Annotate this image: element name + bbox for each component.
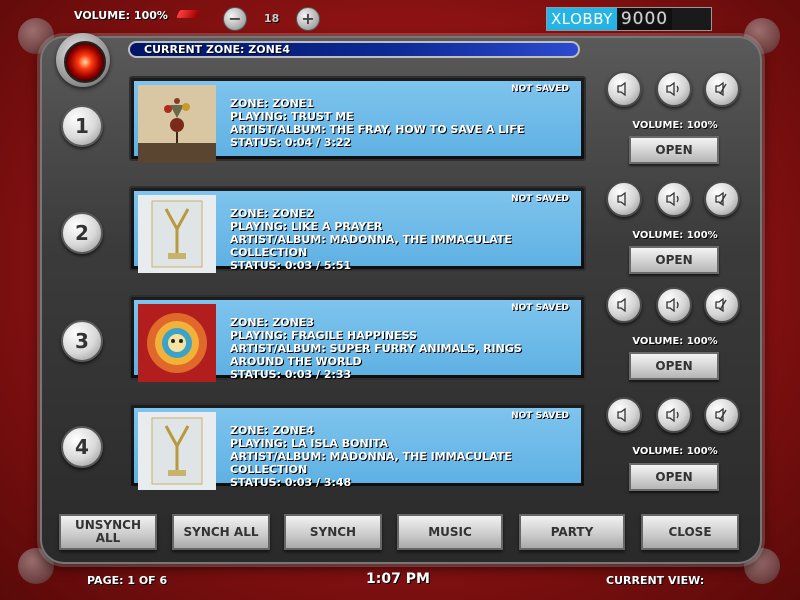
zone-number-1[interactable]: 1 [61,105,103,147]
mute-icon [715,191,727,207]
mute-icon [715,407,727,423]
speaker-high-icon [666,297,679,313]
party-button[interactable]: PARTY [519,514,625,550]
zone-panel-4[interactable]: NOT SAVED ZONE: ZONE4 PLAYING: LA ISLA B… [129,403,586,490]
volume-down-button[interactable]: − [223,7,247,31]
zone-info: ZONE: ZONE1 PLAYING: TRUST ME ARTIST/ALB… [230,97,570,149]
master-volume-label: VOLUME: 100% [74,9,168,22]
album-art-the-fray [138,85,216,163]
mute-icon [715,297,727,313]
volume-up-icon-button-2[interactable] [656,181,692,217]
speaker-high-icon [666,81,679,97]
volume-up-icon-button-3[interactable] [656,287,692,323]
unsynch-all-button[interactable]: UNSYNCH ALL [59,514,157,550]
zone-panel-3[interactable]: NOT SAVED ZONE: ZONE3 PLAYING: FRAGILE H… [129,295,586,382]
artist-album: ARTIST/ALBUM: THE FRAY, HOW TO SAVE A LI… [230,123,525,136]
hal-eye-lens [64,41,106,83]
synch-all-button[interactable]: SYNCH ALL [172,514,270,550]
not-saved-badge: NOT SAVED [511,303,569,313]
zone-number-4[interactable]: 4 [61,426,103,468]
zone-info: ZONE: ZONE3 PLAYING: FRAGILE HAPPINESS A… [230,316,570,381]
zone-panel-inner: NOT SAVED ZONE: ZONE1 PLAYING: TRUST ME … [134,81,581,163]
speaker-low-icon [617,81,626,97]
synch-button[interactable]: SYNCH [284,514,382,550]
volume-down-icon-button-3[interactable] [606,287,642,323]
now-playing: PLAYING: LA ISLA BONITA [230,437,388,450]
zone-panel-1[interactable]: NOT SAVED ZONE: ZONE1 PLAYING: TRUST ME … [129,76,586,163]
speaker-high-icon [666,191,679,207]
volume-up-icon-button-4[interactable] [656,397,692,433]
volume-down-icon-button-2[interactable] [606,181,642,217]
speaker-low-icon [617,407,626,423]
artist-album: ARTIST/ALBUM: MADONNA, THE IMMACULATE CO… [230,233,512,259]
zone-name: ZONE: ZONE1 [230,97,314,110]
volume-down-icon-button-1[interactable] [606,71,642,107]
zone-name: ZONE: ZONE3 [230,316,314,329]
volume-up-icon-button-1[interactable] [656,71,692,107]
mute-button-3[interactable] [704,287,740,323]
not-saved-badge: NOT SAVED [511,411,569,421]
zone-volume-label-1: VOLUME: 100% [632,120,718,131]
zone-volume-label-3: VOLUME: 100% [632,336,718,347]
speaker-low-icon [617,191,626,207]
playback-status: STATUS: 0:03 / 2:33 [230,368,352,381]
playback-status: STATUS: 0:03 / 5:51 [230,259,352,272]
clock: 1:07 PM [366,571,430,587]
artist-album: ARTIST/ALBUM: SUPER FURRY ANIMALS, RINGS… [230,342,522,368]
page-indicator: PAGE: 1 OF 6 [87,574,168,587]
close-button[interactable]: CLOSE [641,514,739,550]
playback-status: STATUS: 0:03 / 3:48 [230,476,352,489]
open-button-4[interactable]: OPEN [629,463,719,491]
zone-panel-inner: NOT SAVED ZONE: ZONE4 PLAYING: LA ISLA B… [134,408,581,490]
brand-logo-b: 9000 [616,8,673,30]
not-saved-badge: NOT SAVED [511,194,569,204]
album-art-rings-around-the-world [138,304,216,382]
speaker-high-icon [666,407,679,423]
zone-info: ZONE: ZONE2 PLAYING: LIKE A PRAYER ARTIS… [230,207,570,272]
volume-up-button[interactable]: + [296,7,320,31]
zone-name: ZONE: ZONE4 [230,424,314,437]
zone-info: ZONE: ZONE4 PLAYING: LA ISLA BONITA ARTI… [230,424,570,489]
mute-button-2[interactable] [704,181,740,217]
zone-name: ZONE: ZONE2 [230,207,314,220]
zone-number-3[interactable]: 3 [61,320,103,362]
zone-number-2[interactable]: 2 [61,212,103,254]
hal-eye-icon [56,33,110,87]
zone-panel-2[interactable]: NOT SAVED ZONE: ZONE2 PLAYING: LIKE A PR… [129,186,586,273]
mute-icon [715,81,727,97]
now-playing: PLAYING: TRUST ME [230,110,354,123]
open-button-3[interactable]: OPEN [629,352,719,380]
brand-logo-a: XLOBBY [547,8,617,30]
open-button-1[interactable]: OPEN [629,136,719,164]
zone-volume-label-4: VOLUME: 100% [632,446,718,457]
zone-panel-inner: NOT SAVED ZONE: ZONE2 PLAYING: LIKE A PR… [134,191,581,273]
now-playing: PLAYING: FRAGILE HAPPINESS [230,329,418,342]
not-saved-badge: NOT SAVED [511,84,569,94]
playback-status: STATUS: 0:04 / 3:22 [230,136,352,149]
top-counter: 18 [264,12,280,25]
music-button[interactable]: MUSIC [397,514,503,550]
open-button-2[interactable]: OPEN [629,246,719,274]
mute-button-4[interactable] [704,397,740,433]
speaker-low-icon [617,297,626,313]
current-zone-bar: CURRENT ZONE: ZONE4 [128,41,580,58]
album-art-immaculate-collection [138,195,216,273]
brand-logo: XLOBBY 9000 [546,7,712,31]
volume-down-icon-button-4[interactable] [606,397,642,433]
master-volume-indicator [176,10,200,18]
current-view-label: CURRENT VIEW: [606,574,705,587]
album-art-immaculate-collection [138,412,216,490]
zone-volume-label-2: VOLUME: 100% [632,230,718,241]
zone-panel-inner: NOT SAVED ZONE: ZONE3 PLAYING: FRAGILE H… [134,300,581,382]
mute-button-1[interactable] [704,71,740,107]
now-playing: PLAYING: LIKE A PRAYER [230,220,383,233]
artist-album: ARTIST/ALBUM: MADONNA, THE IMMACULATE CO… [230,450,512,476]
